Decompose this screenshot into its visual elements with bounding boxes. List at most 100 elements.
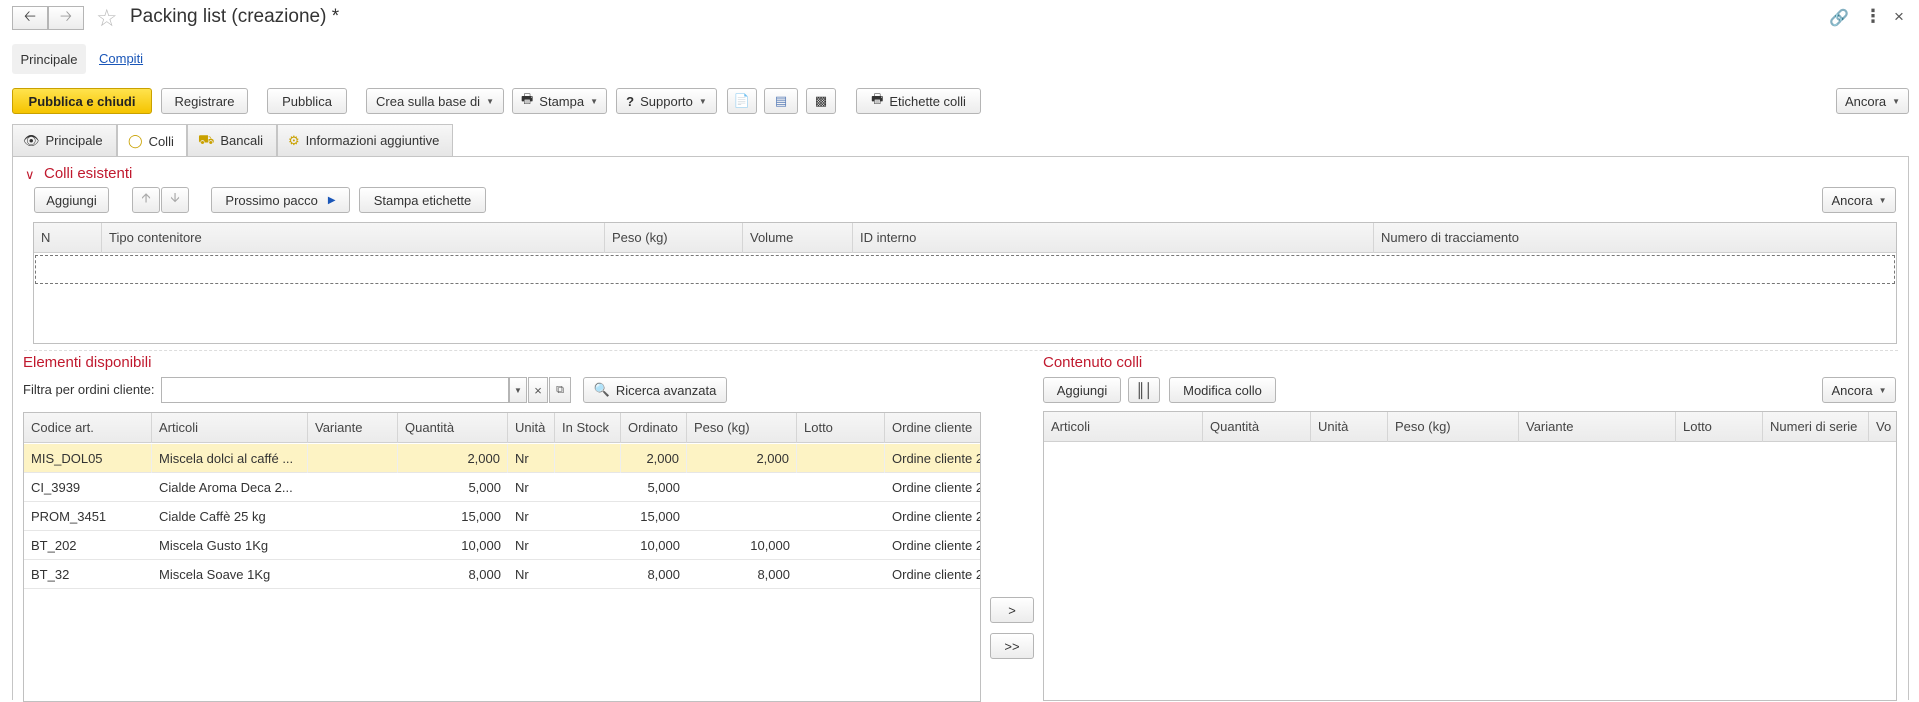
back-button[interactable]: 🡠: [12, 6, 48, 30]
col-tipo-contenitore[interactable]: Tipo contenitore: [102, 223, 605, 253]
col-variante[interactable]: Variante: [308, 413, 398, 443]
form-tab-principale[interactable]: Principale: [12, 44, 86, 74]
cell-order: Ordine cliente 2: [892, 451, 981, 466]
advanced-search-button[interactable]: 🔍 Ricerca avanzata: [583, 377, 727, 403]
col-volume[interactable]: Volume: [743, 223, 853, 253]
cell-variant: [308, 531, 398, 560]
edit-package-button[interactable]: Modifica collo: [1169, 377, 1276, 403]
publish-close-button[interactable]: Pubblica e chiudi: [12, 88, 152, 114]
favorite-star-icon[interactable]: ☆: [96, 4, 118, 33]
cell-qty: 15,000: [461, 509, 501, 524]
filter-clear-button[interactable]: ×: [528, 377, 548, 403]
col-variante[interactable]: Variante: [1519, 412, 1676, 442]
colli-more-button[interactable]: Ancora ▼: [1822, 187, 1896, 213]
table-row[interactable]: BT_202 Miscela Gusto 1Kg 10,000 Nr 10,00…: [24, 531, 980, 560]
cell-unit: Nr: [515, 509, 529, 524]
col-ordinato[interactable]: Ordinato: [621, 413, 687, 443]
move-up-button[interactable]: 🡩: [132, 187, 160, 213]
package-content-table[interactable]: Articoli Quantità Unità Peso (kg) Varian…: [1043, 411, 1897, 701]
support-button[interactable]: ? Supporto ▼: [616, 88, 717, 114]
caret-down-icon: ▼: [590, 96, 599, 106]
col-unita[interactable]: Unità: [508, 413, 555, 443]
transfer-all-button[interactable]: >>: [990, 633, 1034, 659]
col-lotto[interactable]: Lotto: [1676, 412, 1763, 442]
col-numeri-di-serie[interactable]: Numeri di serie: [1763, 412, 1869, 442]
document-button[interactable]: 📄: [727, 88, 757, 114]
colli-esistenti-title[interactable]: Colli esistenti: [44, 165, 132, 182]
register-label: Registrare: [174, 93, 235, 109]
table-view-button[interactable]: ▤: [764, 88, 798, 114]
more-label: Ancora: [1844, 93, 1887, 109]
print-label: Stampa: [539, 93, 585, 109]
colli-add-button[interactable]: Aggiungi: [34, 187, 109, 213]
play-icon: ▶: [327, 194, 336, 206]
col-in-stock[interactable]: In Stock: [555, 413, 621, 443]
truck-icon: ⛟: [198, 131, 215, 147]
content-more-button[interactable]: Ancora ▼: [1822, 377, 1896, 403]
col-peso[interactable]: Peso (kg): [605, 223, 743, 253]
more-vertical-icon[interactable]: ⋮: [1864, 6, 1882, 27]
col-codice-art[interactable]: Codice art.: [24, 413, 152, 443]
create-based-on-button[interactable]: Crea sulla base di ▼: [366, 88, 504, 114]
cell-code: BT_32: [31, 567, 70, 582]
publish-button[interactable]: Pubblica: [267, 88, 347, 114]
close-icon[interactable]: ×: [1894, 7, 1904, 27]
create-based-on-label: Crea sulla base di: [376, 93, 481, 109]
collapse-chevron-icon[interactable]: ∨: [25, 167, 35, 183]
form-tab-compiti[interactable]: Compiti: [99, 51, 143, 66]
col-id-interno[interactable]: ID interno: [853, 223, 1374, 253]
table-row[interactable]: MIS_DOL05 Miscela dolci al caffé ... 2,0…: [24, 444, 980, 473]
colli-empty-row[interactable]: [35, 255, 1895, 284]
cell-code: BT_202: [31, 538, 77, 553]
col-quantita[interactable]: Quantità: [398, 413, 508, 443]
print-labels-label: Stampa etichette: [373, 192, 472, 208]
tab-colli-label: Colli: [148, 133, 174, 149]
next-package-button[interactable]: Prossimo pacco ▶: [211, 187, 350, 213]
cell-weight: 2,000: [687, 444, 797, 473]
forward-button[interactable]: 🡢: [48, 6, 84, 30]
tab-informazioni-aggiuntive[interactable]: ⚙ Informazioni aggiuntive: [277, 124, 453, 156]
register-button[interactable]: Registrare: [161, 88, 248, 114]
col-peso-kg[interactable]: Peso (kg): [1388, 412, 1519, 442]
next-package-label: Prossimo pacco: [225, 192, 318, 208]
cell-variant: [308, 473, 398, 502]
col-quantita[interactable]: Quantità: [1203, 412, 1311, 442]
table-row[interactable]: CI_3939 Cialde Aroma Deca 2... 5,000 Nr …: [24, 473, 980, 502]
structure-button[interactable]: ▩: [806, 88, 836, 114]
col-articoli[interactable]: Articoli: [152, 413, 308, 443]
table-row[interactable]: PROM_3451 Cialde Caffè 25 kg 15,000 Nr 1…: [24, 502, 980, 531]
more-button[interactable]: Ancora ▼: [1836, 88, 1909, 114]
colli-table[interactable]: N Tipo contenitore Peso (kg) Volume ID i…: [33, 222, 1897, 344]
print-button[interactable]: 🖶 Stampa ▼: [512, 88, 607, 114]
col-articoli[interactable]: Articoli: [1044, 412, 1203, 442]
tab-colli[interactable]: ◯ Colli: [117, 124, 187, 157]
col-n[interactable]: N: [34, 223, 102, 253]
package-labels-button[interactable]: 🖶 Etichette colli: [856, 88, 981, 114]
transfer-one-button[interactable]: >: [990, 597, 1034, 623]
col-volume[interactable]: Vo: [1869, 412, 1896, 442]
available-items-table[interactable]: Codice art. Articoli Variante Quantità U…: [23, 412, 981, 702]
col-numero-tracciamento[interactable]: Numero di tracciamento: [1374, 223, 1896, 253]
open-window-icon: ⧉: [556, 383, 564, 396]
filter-open-button[interactable]: ⧉: [549, 377, 571, 403]
table-row[interactable]: BT_32 Miscela Soave 1Kg 8,000 Nr 8,000 8…: [24, 560, 980, 589]
cell-stock: [555, 473, 621, 502]
col-lotto[interactable]: Lotto: [797, 413, 885, 443]
barcode-button[interactable]: ║│: [1128, 377, 1160, 403]
content-add-button[interactable]: Aggiungi: [1043, 377, 1121, 403]
col-peso-kg[interactable]: Peso (kg): [687, 413, 797, 443]
filter-input[interactable]: [161, 377, 509, 403]
tab-principale[interactable]: 👁 Principale: [12, 124, 117, 156]
cell-lot: [797, 531, 885, 560]
filter-dropdown-button[interactable]: ▼: [509, 377, 527, 403]
move-down-button[interactable]: 🡫: [161, 187, 189, 213]
col-ordine-cliente[interactable]: Ordine cliente: [885, 413, 980, 443]
print-labels-button[interactable]: Stampa etichette: [359, 187, 486, 213]
table-icon: ▤: [774, 93, 788, 108]
link-icon[interactable]: 🔗: [1829, 8, 1849, 28]
col-unita[interactable]: Unità: [1311, 412, 1388, 442]
structure-icon: ▩: [814, 93, 828, 108]
cell-ordered: 2,000: [621, 444, 687, 473]
transfer-all-label: >>: [1004, 638, 1020, 654]
tab-bancali[interactable]: ⛟ Bancali: [187, 124, 277, 156]
